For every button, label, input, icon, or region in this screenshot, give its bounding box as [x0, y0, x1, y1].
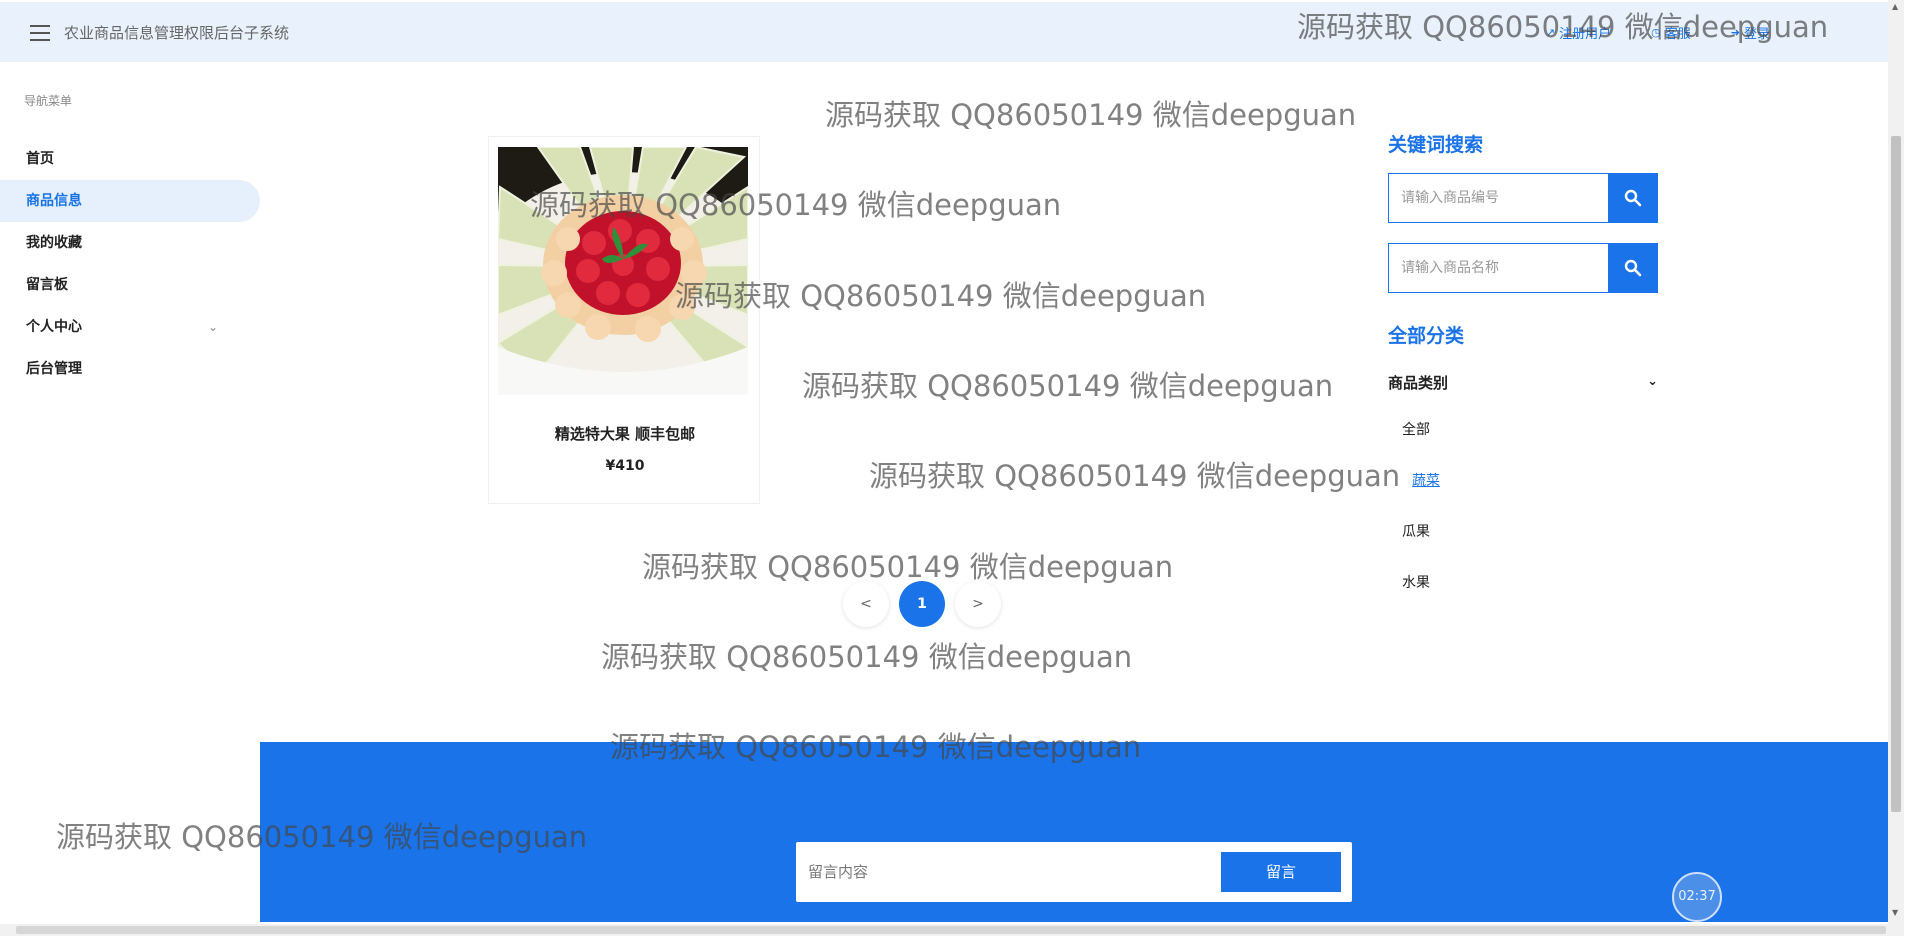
nav-list: 首页 商品信息 我的收藏 留言板 个人中心 ⌄ 后台管理 — [0, 138, 260, 390]
category-item-fruits[interactable]: 水果 — [1402, 575, 1658, 626]
clock-badge: 02:37 — [1672, 872, 1722, 922]
sidebar-item-personal-center[interactable]: 个人中心 ⌄ — [0, 306, 260, 348]
category-item-melons[interactable]: 瓜果 — [1402, 524, 1658, 575]
sidebar: 导航菜单 首页 商品信息 我的收藏 留言板 个人中心 ⌄ 后台管理 — [0, 62, 260, 924]
header-links: ↗ 注册用户 ◷ 客服 ➜ 登录 — [1546, 23, 1770, 42]
horizontal-scroll-thumb[interactable] — [16, 926, 1886, 934]
product-image[interactable] — [498, 147, 748, 395]
vertical-scroll-thumb[interactable] — [1891, 136, 1901, 812]
category-list: 全部 蔬菜 瓜果 水果 — [1388, 422, 1658, 626]
watermark-text: 源码获取 QQ86050149 微信deepguan — [869, 459, 1401, 493]
prev-page-button[interactable]: < — [843, 581, 889, 627]
register-icon: ↗ — [1545, 26, 1556, 39]
name-search-row — [1388, 243, 1658, 293]
login-icon: ➜ — [1730, 26, 1740, 39]
search-icon — [1624, 259, 1642, 277]
sidebar-item-admin[interactable]: 后台管理 — [0, 348, 260, 390]
scroll-up-icon[interactable]: ▲ — [1892, 2, 1898, 11]
submit-message-button[interactable]: 留言 — [1221, 852, 1341, 892]
category-item-vegetables[interactable]: 蔬菜 — [1402, 473, 1658, 524]
product-code-input[interactable] — [1388, 173, 1610, 223]
sidebar-item-products[interactable]: 商品信息 — [0, 180, 260, 222]
sidebar-item-message-board[interactable]: 留言板 — [0, 264, 260, 306]
filter-panel: 关键词搜索 全部分类 商品类别 ⌄ 全部 蔬菜 瓜果 水果 — [1388, 130, 1658, 626]
category-item-all[interactable]: 全部 — [1402, 422, 1658, 473]
sidebar-item-favorites[interactable]: 我的收藏 — [0, 222, 260, 264]
chevron-down-icon: ⌄ — [208, 320, 219, 334]
menu-toggle-icon[interactable] — [30, 25, 50, 41]
category-dropdown[interactable]: 商品类别 ⌄ — [1388, 372, 1658, 392]
register-link[interactable]: ↗ 注册用户 — [1546, 23, 1611, 42]
keyword-search-title: 关键词搜索 — [1388, 134, 1484, 156]
message-form: 留言 — [796, 842, 1352, 902]
product-card[interactable]: 精选特大果 顺丰包邮 ¥410 — [488, 136, 760, 504]
name-search-button[interactable] — [1608, 243, 1658, 293]
page-1-button[interactable]: 1 — [899, 581, 945, 627]
top-header: 农业商品信息管理权限后台子系统 ↗ 注册用户 ◷ 客服 ➜ 登录 — [0, 2, 1888, 62]
app-title: 农业商品信息管理权限后台子系统 — [64, 24, 290, 42]
pagination: < 1 > — [843, 581, 1001, 627]
chevron-down-icon: ⌄ — [1647, 374, 1658, 389]
scroll-down-icon[interactable]: ▼ — [1892, 908, 1898, 917]
login-link[interactable]: ➜ 登录 — [1731, 23, 1770, 42]
service-link[interactable]: ◷ 客服 — [1651, 23, 1691, 42]
code-search-row — [1388, 173, 1658, 223]
watermark-text: 源码获取 QQ86050149 微信deepguan — [642, 550, 1174, 584]
next-page-button[interactable]: > — [955, 581, 1001, 627]
all-categories-title: 全部分类 — [1388, 325, 1465, 347]
product-price: ¥410 — [605, 458, 645, 474]
service-icon: ◷ — [1651, 26, 1661, 39]
horizontal-scrollbar[interactable] — [0, 924, 1904, 936]
sidebar-item-label: 个人中心 — [26, 319, 82, 335]
category-dropdown-label: 商品类别 — [1388, 374, 1449, 392]
code-search-button[interactable] — [1608, 173, 1658, 223]
watermark-text: 源码获取 QQ86050149 微信deepguan — [802, 369, 1334, 403]
vertical-scrollbar[interactable]: ▲ ▼ — [1888, 0, 1904, 924]
product-name-input[interactable] — [1388, 243, 1610, 293]
product-name[interactable]: 精选特大果 顺丰包邮 — [489, 423, 761, 444]
search-icon — [1624, 189, 1642, 207]
nav-caption: 导航菜单 — [24, 94, 73, 108]
watermark-text: 源码获取 QQ86050149 微信deepguan — [601, 640, 1133, 674]
sidebar-item-home[interactable]: 首页 — [0, 138, 260, 180]
watermark-text: 源码获取 QQ86050149 微信deepguan — [825, 98, 1357, 132]
message-input[interactable] — [808, 852, 1208, 892]
